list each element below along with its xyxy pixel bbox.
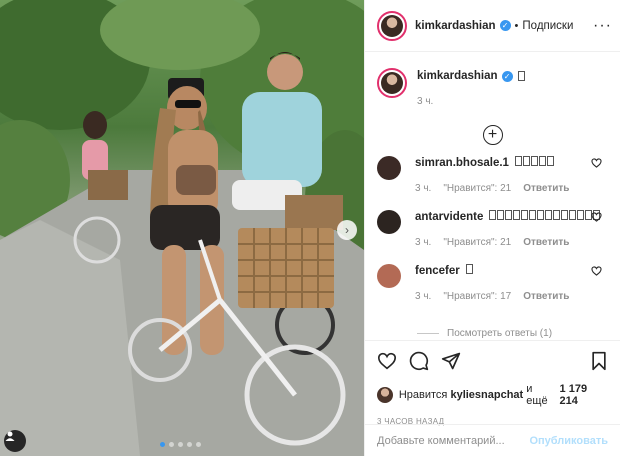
- likes-middle: и ещё: [526, 383, 548, 407]
- photo-illustration: [0, 0, 364, 456]
- next-slide-button[interactable]: ›: [337, 220, 357, 240]
- reply-button[interactable]: Ответить: [523, 291, 569, 302]
- emoji-placeholder: [546, 156, 554, 166]
- post-photo[interactable]: ›: [0, 0, 364, 456]
- comment-time: 3 ч.: [415, 183, 432, 194]
- replies-divider: [417, 333, 439, 334]
- likes-prefix: Нравится: [398, 389, 448, 401]
- post-actions: Нравится kyliesnapchat и ещё 1 179 214 3…: [365, 340, 620, 426]
- view-replies-label: Посмотреть ответы (1): [447, 328, 553, 339]
- likes-summary: Нравится kyliesnapchat и ещё 1 179 214: [377, 383, 608, 407]
- emoji-placeholder: [530, 156, 538, 166]
- comment-like-icon[interactable]: [591, 266, 602, 276]
- add-comment-bar: Опубликовать: [365, 424, 620, 456]
- more-options-icon[interactable]: ···: [593, 17, 612, 35]
- commenter-username[interactable]: simran.bhosale.1: [415, 157, 509, 169]
- author-username[interactable]: kimkardashian: [415, 20, 496, 32]
- publish-button[interactable]: Опубликовать: [529, 435, 608, 447]
- post-side-panel: kimkardashian ✓ • Подписки ··· kimkardas…: [364, 0, 620, 456]
- comment-likes[interactable]: "Нравится": 21: [443, 237, 511, 248]
- following-button[interactable]: Подписки: [522, 20, 573, 32]
- post-caption: kimkardashian ✓ 3 ч.: [377, 66, 608, 107]
- comment-input[interactable]: [377, 434, 530, 447]
- bookmark-icon[interactable]: [590, 351, 608, 371]
- emoji-placeholder: [489, 210, 497, 220]
- commenter-avatar[interactable]: [377, 156, 401, 180]
- carousel-dot: [169, 442, 174, 447]
- chevron-right-icon: ›: [345, 223, 349, 237]
- comment-icon[interactable]: [409, 351, 429, 371]
- emoji-placeholder: [497, 210, 505, 220]
- separator-bullet: •: [514, 19, 519, 32]
- comment-emoji-placeholders: [487, 210, 601, 223]
- carousel-dot: [187, 442, 192, 447]
- caption-emoji-placeholder: [517, 71, 525, 81]
- carousel-dot: [178, 442, 183, 447]
- comments-list: kimkardashian ✓ 3 ч. + simran.bhosale.1 …: [365, 52, 620, 339]
- user-tag-button[interactable]: [4, 430, 26, 452]
- comment-emoji-placeholders: [464, 264, 473, 277]
- emoji-placeholder: [545, 210, 553, 220]
- reply-button[interactable]: Ответить: [523, 237, 569, 248]
- emoji-placeholder: [465, 264, 473, 274]
- likes-count[interactable]: 1 179 214: [560, 383, 608, 407]
- comment-emoji-placeholders: [513, 156, 554, 169]
- emoji-placeholder: [537, 210, 545, 220]
- reply-button[interactable]: Ответить: [523, 183, 569, 194]
- comment-like-icon[interactable]: [591, 158, 602, 168]
- comment-row: simran.bhosale.1 3 ч. "Нравится": 21 Отв…: [377, 156, 612, 194]
- emoji-placeholder: [521, 210, 529, 220]
- user-tag-icon: [5, 431, 15, 441]
- emoji-placeholder: [577, 210, 585, 220]
- caption-time: 3 ч.: [417, 96, 434, 107]
- post-header: kimkardashian ✓ • Подписки ···: [365, 0, 620, 52]
- commenter-username[interactable]: antarvidente: [415, 211, 483, 223]
- liker-username[interactable]: kyliesnapchat: [450, 389, 523, 401]
- emoji-placeholder: [522, 156, 530, 166]
- carousel-indicator: [160, 442, 201, 447]
- plus-icon: +: [487, 126, 498, 143]
- carousel-dot: [160, 442, 165, 447]
- commenter-username[interactable]: fencefer: [415, 265, 460, 277]
- liker-avatar: [377, 387, 393, 403]
- comment-time: 3 ч.: [415, 291, 432, 302]
- load-more-comments-button[interactable]: +: [482, 125, 503, 145]
- verified-icon: ✓: [499, 20, 511, 31]
- emoji-placeholder: [505, 210, 513, 220]
- emoji-placeholder: [514, 156, 522, 166]
- comment-time: 3 ч.: [415, 237, 432, 248]
- emoji-placeholder: [538, 156, 546, 166]
- caption-username[interactable]: kimkardashian: [417, 70, 498, 82]
- comment-row: fencefer 3 ч. "Нравится": 17 Ответить: [377, 264, 612, 302]
- comment-likes[interactable]: "Нравится": 17: [443, 291, 511, 302]
- emoji-placeholder: [529, 210, 537, 220]
- verified-icon: ✓: [501, 70, 513, 82]
- emoji-placeholder: [561, 210, 569, 220]
- author-avatar[interactable]: [377, 10, 407, 41]
- commenter-avatar[interactable]: [377, 210, 401, 234]
- view-replies-link[interactable]: Посмотреть ответы (1): [417, 328, 552, 339]
- emoji-placeholder: [513, 210, 521, 220]
- emoji-placeholder: [569, 210, 577, 220]
- commenter-avatar[interactable]: [377, 264, 401, 288]
- heart-icon[interactable]: [377, 352, 397, 370]
- comment-likes[interactable]: "Нравится": 21: [443, 183, 511, 194]
- share-icon[interactable]: [441, 351, 461, 371]
- emoji-placeholder: [553, 210, 561, 220]
- caption-avatar[interactable]: [377, 68, 407, 98]
- comment-like-icon[interactable]: [591, 212, 602, 222]
- comment-row: antarvidente 3 ч. "Нравится": 21 Ответит…: [377, 210, 612, 248]
- carousel-dot: [196, 442, 201, 447]
